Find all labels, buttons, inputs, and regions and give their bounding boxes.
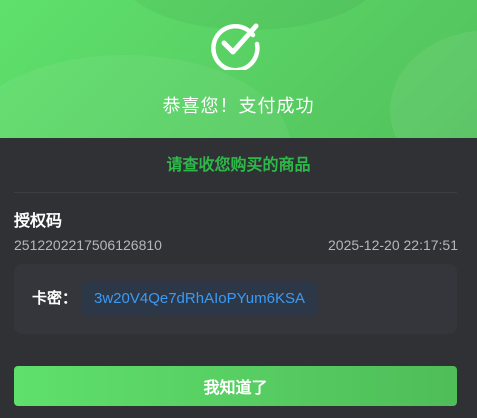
auth-code-label: 授权码	[14, 213, 63, 230]
card-key-panel: 卡密： 3w20V4Qe7dRhAIoPYum6KSA	[14, 264, 457, 334]
header-decoration	[390, 30, 477, 138]
check-circle-icon	[211, 23, 260, 70]
check-goods-message: 请查收您购买的商品	[166, 157, 311, 174]
order-number: 2512202217506126810	[14, 237, 162, 253]
divider	[14, 192, 457, 193]
acknowledge-button[interactable]: 我知道了	[14, 366, 457, 406]
payment-success-dialog: 恭喜您！支付成功 请查收您购买的商品 授权码 25122022175061268…	[0, 0, 477, 418]
card-key-value[interactable]: 3w20V4Qe7dRhAIoPYum6KSA	[82, 282, 317, 316]
success-header: 恭喜您！支付成功	[0, 0, 477, 138]
success-title: 恭喜您！支付成功	[162, 96, 315, 116]
card-key-label: 卡密：	[32, 290, 78, 307]
order-time: 2025-12-20 22:17:51	[328, 237, 458, 253]
